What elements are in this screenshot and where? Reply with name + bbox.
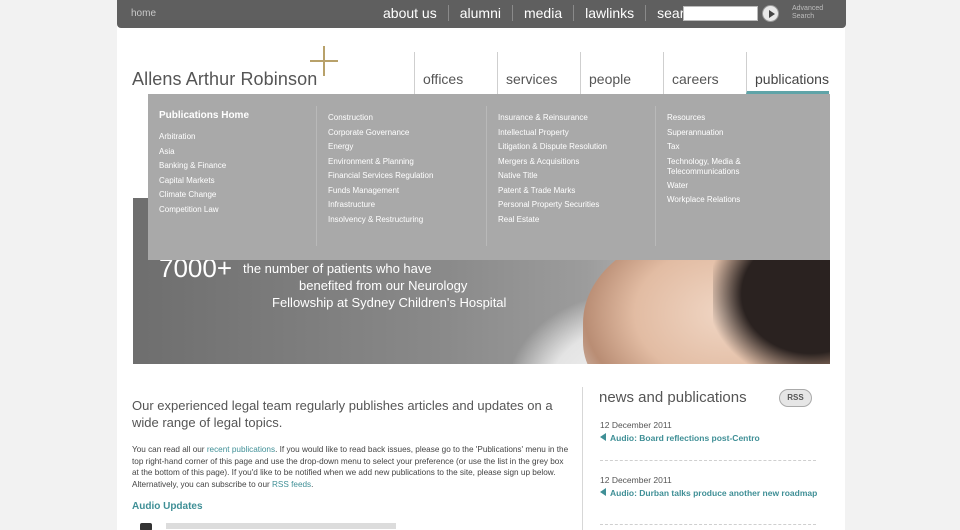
search-input[interactable]	[683, 6, 758, 21]
dropdown-item[interactable]: Infrastructure	[328, 198, 483, 213]
utility-bar: home about us alumni media lawlinks sear…	[117, 0, 846, 28]
dropdown-item[interactable]: Intellectual Property	[498, 126, 653, 141]
news-date: 12 December 2011	[600, 475, 672, 485]
dropdown-col-4: Resources Superannuation Tax Technology,…	[667, 111, 777, 208]
audio-play-icon	[600, 433, 606, 441]
hero-line-3: Fellowship at Sydney Children's Hospital	[272, 295, 507, 310]
dropdown-col-2: Construction Corporate Governance Energy…	[328, 111, 483, 227]
dropdown-item[interactable]: Asia	[159, 145, 309, 160]
dropdown-item[interactable]: Corporate Governance	[328, 126, 483, 141]
audio-item-placeholder	[166, 523, 396, 529]
dropdown-item[interactable]: Insurance & Reinsurance	[498, 111, 653, 126]
about-us-link[interactable]: about us	[372, 5, 448, 21]
dropdown-item[interactable]: Tax	[667, 140, 777, 155]
news-title[interactable]: Audio: Durban talks produce another new …	[610, 488, 817, 498]
main-nav: offices services people careers publicat…	[414, 52, 829, 94]
rss-button[interactable]: RSS	[779, 389, 812, 407]
body-text: You can read all our	[132, 445, 207, 454]
dropdown-item[interactable]: Mergers & Acquisitions	[498, 155, 653, 170]
site-logo[interactable]: Allens Arthur Robinson	[132, 69, 317, 90]
audio-icon	[140, 523, 152, 530]
dropdown-item[interactable]: Resources	[667, 111, 777, 126]
utility-nav: about us alumni media lawlinks search	[372, 5, 710, 21]
alumni-link[interactable]: alumni	[447, 5, 512, 21]
dropdown-col-3: Insurance & Reinsurance Intellectual Pro…	[498, 111, 653, 227]
dropdown-item[interactable]: Arbitration	[159, 130, 309, 145]
dropdown-item[interactable]: Environment & Planning	[328, 155, 483, 170]
news-item-link[interactable]: Audio: Durban talks produce another new …	[600, 487, 820, 499]
dropdown-item[interactable]: Technology, Media & Telecommunications	[667, 155, 777, 179]
media-link[interactable]: media	[511, 5, 573, 21]
news-divider	[600, 460, 816, 461]
recent-publications-link[interactable]: recent publications	[207, 445, 275, 454]
news-item-link[interactable]: Audio: Board reflections post-Centro	[600, 432, 820, 444]
nav-careers[interactable]: careers	[663, 52, 746, 94]
dropdown-item[interactable]: Funds Management	[328, 184, 483, 199]
intro-text: Our experienced legal team regularly pub…	[132, 398, 553, 430]
lawlinks-link[interactable]: lawlinks	[573, 5, 645, 21]
dropdown-col-1: Publications Home Arbitration Asia Banki…	[159, 110, 309, 217]
home-link[interactable]: home	[131, 8, 156, 19]
hero-line-2: benefited from our Neurology	[299, 278, 468, 293]
dropdown-item[interactable]: Native Title	[498, 169, 653, 184]
advanced-search-link[interactable]: Advanced Search	[792, 5, 832, 21]
dropdown-item[interactable]: Water	[667, 179, 777, 194]
dropdown-divider	[486, 106, 487, 246]
dropdown-item[interactable]: Personal Property Securities	[498, 198, 653, 213]
dropdown-item[interactable]: Competition Law	[159, 203, 309, 218]
dropdown-item[interactable]: Litigation & Dispute Resolution	[498, 140, 653, 155]
audio-play-icon	[600, 488, 606, 496]
nav-services[interactable]: services	[497, 52, 580, 94]
dropdown-item[interactable]: Financial Services Regulation	[328, 169, 483, 184]
rss-feeds-link[interactable]: RSS feeds	[272, 480, 311, 489]
publications-home-link[interactable]: Publications Home	[159, 110, 309, 121]
body-paragraph: You can read all our recent publications…	[132, 444, 572, 490]
news-heading: news and publications	[599, 389, 747, 406]
dropdown-divider	[655, 106, 656, 246]
news-title[interactable]: Audio: Board reflections post-Centro	[610, 433, 760, 443]
dropdown-item[interactable]: Banking & Finance	[159, 159, 309, 174]
body-text: .	[311, 479, 314, 489]
dropdown-divider	[316, 106, 317, 246]
dropdown-item[interactable]: Real Estate	[498, 213, 653, 228]
audio-updates-heading: Audio Updates	[132, 501, 203, 512]
nav-publications[interactable]: publications	[746, 52, 829, 94]
hero-line-1: the number of patients who have	[243, 261, 432, 276]
dropdown-item[interactable]: Climate Change	[159, 188, 309, 203]
news-divider	[600, 524, 816, 525]
dropdown-item[interactable]: Workplace Relations	[667, 193, 777, 208]
search-go-icon[interactable]	[762, 5, 779, 22]
nav-people[interactable]: people	[580, 52, 663, 94]
dropdown-item[interactable]: Superannuation	[667, 126, 777, 141]
dropdown-item[interactable]: Construction	[328, 111, 483, 126]
publications-dropdown: Publications Home Arbitration Asia Banki…	[148, 94, 830, 260]
dropdown-item[interactable]: Energy	[328, 140, 483, 155]
dropdown-item[interactable]: Capital Markets	[159, 174, 309, 189]
nav-offices[interactable]: offices	[414, 52, 497, 94]
column-divider	[582, 387, 583, 530]
dropdown-item[interactable]: Patent & Trade Marks	[498, 184, 653, 199]
news-date: 12 December 2011	[600, 420, 672, 430]
dropdown-item[interactable]: Insolvency & Restructuring	[328, 213, 483, 228]
logo-cross-icon	[310, 46, 338, 76]
